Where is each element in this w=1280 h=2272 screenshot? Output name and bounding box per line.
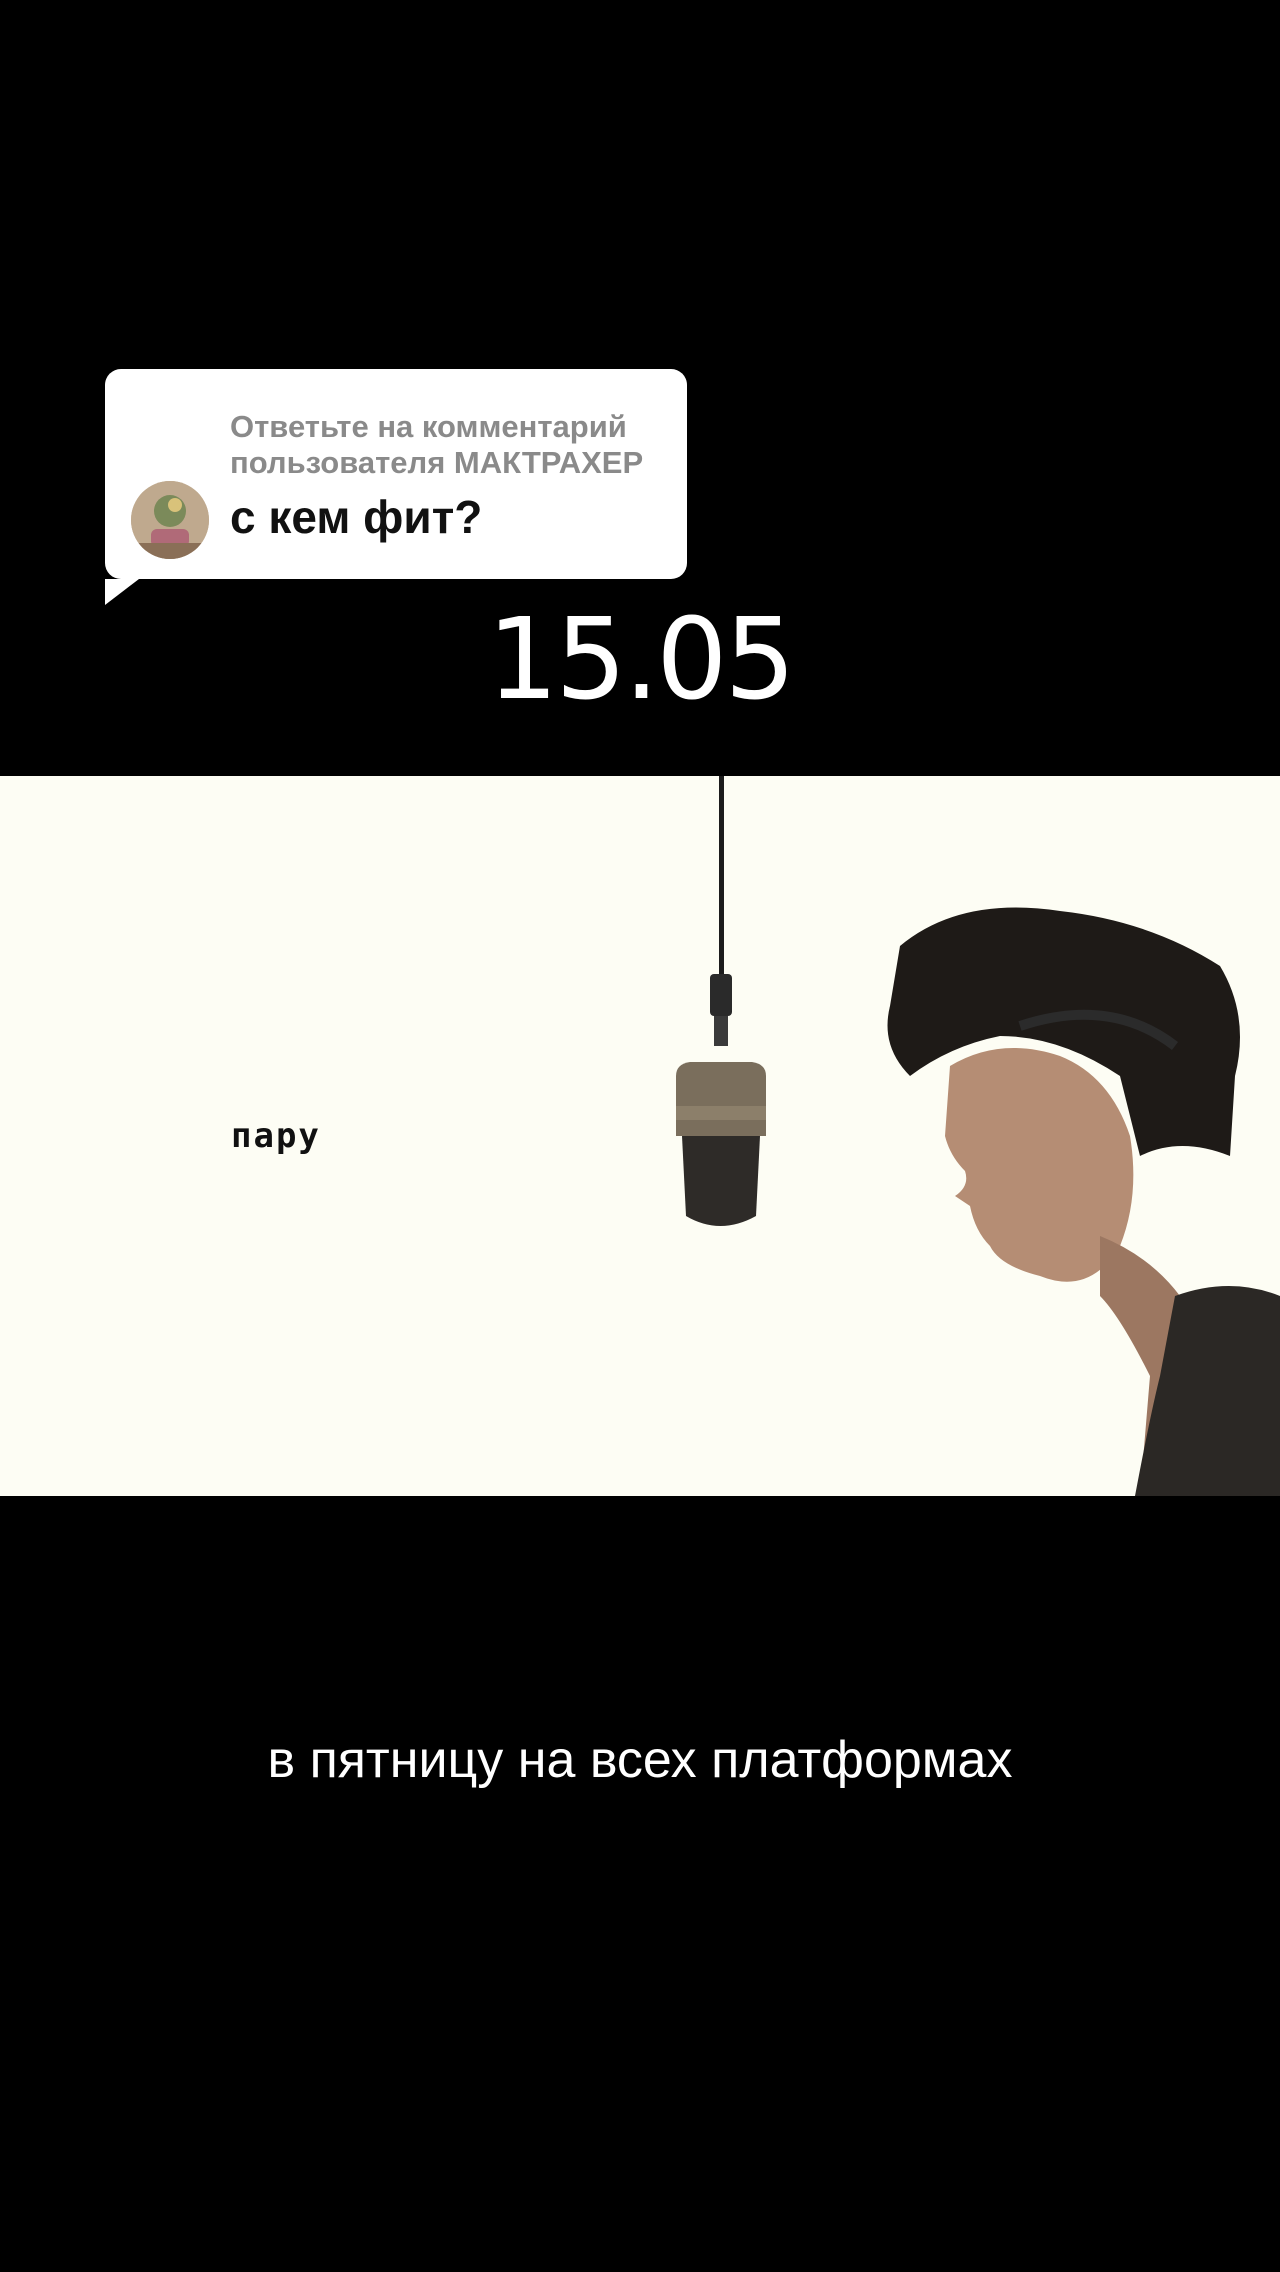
avatar-image (131, 481, 209, 559)
video-frame[interactable]: пару (0, 776, 1280, 1496)
mic-connector (710, 974, 732, 1016)
lyric-text: пару (231, 1116, 321, 1156)
microphone (676, 1062, 766, 1136)
reply-comment-text: с кем фит? (230, 491, 483, 543)
reply-header: Ответьте на комментарий пользователя МАК… (230, 409, 644, 480)
date-overlay: 15.05 (487, 595, 796, 725)
mic-cable (719, 776, 724, 976)
bottom-caption: в пятницу на всех платформах (267, 1731, 1013, 1789)
reply-comment-bubble[interactable]: Ответьте на комментарий пользователя МАК… (105, 369, 687, 605)
studio-scene (676, 776, 1280, 1496)
avatar[interactable] (131, 481, 209, 559)
